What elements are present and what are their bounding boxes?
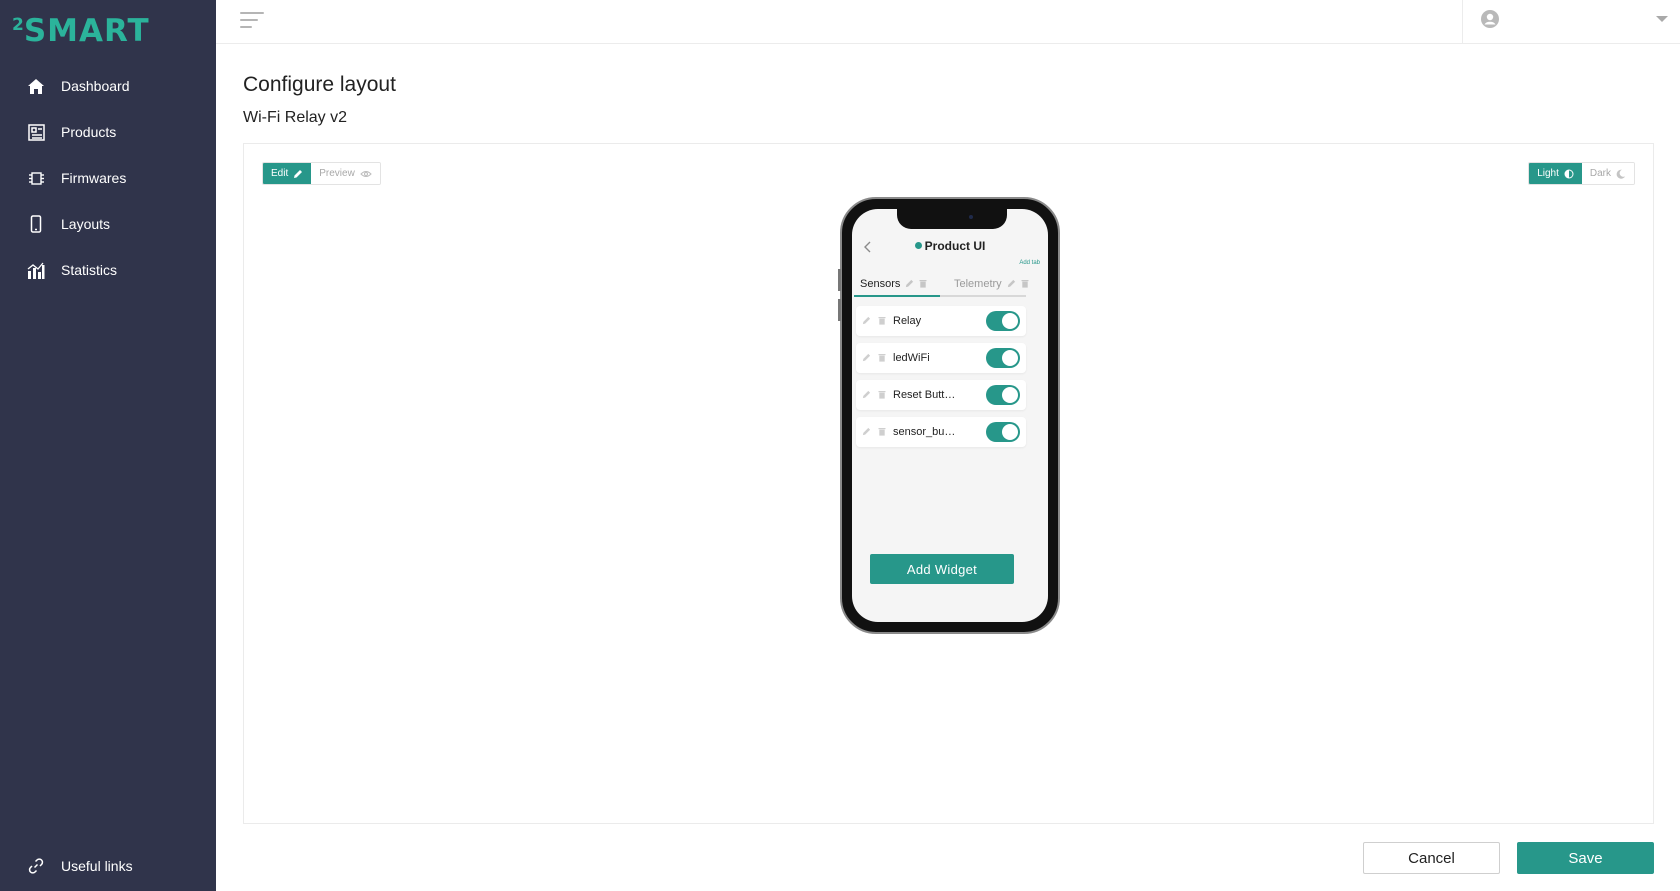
widget-toggle[interactable] [986, 311, 1020, 331]
light-label: Light [1537, 168, 1559, 179]
sidebar-item-firmwares[interactable]: Firmwares [0, 158, 216, 198]
tab-sensors[interactable]: Sensors [860, 271, 927, 296]
tab-telemetry[interactable]: Telemetry [954, 271, 1029, 296]
phone-tabs: Sensors Telemetry [852, 271, 1048, 297]
pencil-icon[interactable] [862, 353, 871, 362]
caret-down-icon[interactable] [1656, 16, 1668, 22]
widget-label: Reset Butt… [893, 389, 956, 401]
sidebar-item-dashboard[interactable]: Dashboard [0, 66, 216, 106]
save-button[interactable]: Save [1517, 842, 1654, 874]
edit-label: Edit [271, 168, 289, 179]
widget-row[interactable]: Reset Butt… [856, 380, 1026, 410]
widget-label: Relay [893, 315, 922, 327]
user-circle-icon [1481, 10, 1499, 28]
widget-toggle[interactable] [986, 385, 1020, 405]
widget-toggle[interactable] [986, 348, 1020, 368]
home-icon [27, 77, 45, 95]
widget-row[interactable]: Relay [856, 306, 1026, 336]
useful-links-label: Useful links [61, 858, 133, 874]
menu-lines-icon[interactable] [240, 12, 264, 32]
sidebar: 2SMART Dashboard Products Firmwares Layo… [0, 0, 216, 891]
pencil-icon[interactable] [862, 316, 871, 325]
phone-icon [27, 215, 45, 233]
status-dot [914, 242, 922, 249]
pencil-icon[interactable] [1007, 279, 1016, 288]
widget-label: sensor_bu… [893, 426, 956, 438]
bar-chart-icon [27, 261, 45, 279]
phone-app-title: Product UI [852, 239, 1048, 253]
cancel-button[interactable]: Cancel [1363, 842, 1500, 874]
link-icon [27, 857, 45, 875]
tab-track [940, 295, 1026, 297]
edit-mode-button[interactable]: Edit [263, 163, 312, 184]
eye-icon [360, 170, 372, 177]
theme-switch: Light Dark [1528, 162, 1635, 185]
sidebar-item-products[interactable]: Products [0, 112, 216, 152]
tab-label: Sensors [860, 277, 901, 290]
sidebar-item-label: Firmwares [61, 170, 127, 186]
dark-label: Dark [1589, 168, 1611, 179]
trash-icon[interactable] [878, 390, 886, 399]
trash-icon[interactable] [878, 353, 886, 362]
pencil-icon [294, 169, 303, 178]
light-theme-button[interactable]: Light [1529, 163, 1582, 184]
trash-icon[interactable] [878, 316, 886, 325]
sidebar-item-label: Statistics [61, 262, 118, 278]
widget-row[interactable]: sensor_bu… [856, 417, 1026, 447]
phone-preview: Product UI Add tab Sensors Telemetry Rel… [838, 197, 1060, 634]
widget-toggle[interactable] [986, 422, 1020, 442]
phone-notch [897, 209, 1007, 229]
pencil-icon[interactable] [862, 390, 871, 399]
tab-label: Telemetry [954, 277, 1002, 290]
sun-icon [1564, 169, 1574, 178]
user-menu[interactable] [1462, 0, 1680, 44]
active-tab-indicator [854, 295, 940, 297]
trash-icon[interactable] [1021, 279, 1029, 288]
dark-theme-button[interactable]: Dark [1581, 163, 1634, 184]
mode-switch: Edit Preview [262, 162, 381, 185]
products-icon [27, 123, 45, 141]
sidebar-item-label: Layouts [61, 216, 111, 232]
sidebar-item-layouts[interactable]: Layouts [0, 204, 216, 244]
preview-label: Preview [319, 168, 355, 179]
sidebar-item-statistics[interactable]: Statistics [0, 250, 216, 290]
add-widget-button[interactable]: Add Widget [870, 554, 1014, 584]
sidebar-item-label: Dashboard [61, 78, 130, 94]
preview-mode-button[interactable]: Preview [311, 163, 380, 184]
widget-label: ledWiFi [893, 352, 930, 364]
phone-screen: Product UI Add tab Sensors Telemetry Rel… [852, 209, 1048, 622]
page-title: Configure layout [243, 73, 396, 96]
brand-logo[interactable]: 2SMART [12, 8, 197, 48]
pencil-icon[interactable] [862, 427, 871, 436]
trash-icon[interactable] [919, 279, 927, 288]
top-bar [216, 0, 1680, 44]
moon-icon [1616, 169, 1626, 179]
pencil-icon[interactable] [905, 279, 914, 288]
firmware-chip-icon [27, 169, 45, 187]
trash-icon[interactable] [878, 427, 886, 436]
page-subtitle: Wi-Fi Relay v2 [243, 109, 348, 126]
sidebar-useful-links[interactable]: Useful links [0, 846, 216, 886]
widget-row[interactable]: ledWiFi [856, 343, 1026, 373]
add-tab-link[interactable]: Add tab [1019, 260, 1040, 266]
sidebar-item-label: Products [61, 124, 117, 140]
